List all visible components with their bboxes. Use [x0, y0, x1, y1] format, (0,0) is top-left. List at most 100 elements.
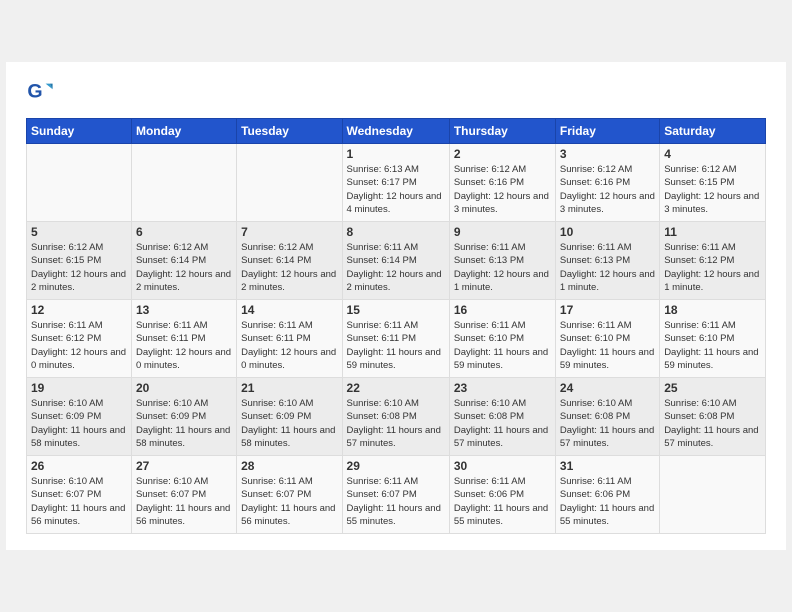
calendar-week-row: 5 Sunrise: 6:12 AM Sunset: 6:15 PM Daylig…	[27, 222, 766, 300]
calendar-day-cell	[27, 144, 132, 222]
day-number: 28	[241, 459, 337, 473]
calendar-day-cell: 4 Sunrise: 6:12 AM Sunset: 6:15 PM Daylig…	[660, 144, 766, 222]
calendar-day-cell: 26 Sunrise: 6:10 AM Sunset: 6:07 PM Dayli…	[27, 456, 132, 534]
day-info: Sunrise: 6:11 AM Sunset: 6:10 PM Dayligh…	[560, 319, 655, 372]
calendar-week-row: 19 Sunrise: 6:10 AM Sunset: 6:09 PM Dayli…	[27, 378, 766, 456]
day-info: Sunrise: 6:12 AM Sunset: 6:16 PM Dayligh…	[560, 163, 655, 216]
day-info: Sunrise: 6:10 AM Sunset: 6:08 PM Dayligh…	[560, 397, 655, 450]
weekday-header: Tuesday	[237, 119, 342, 144]
day-info: Sunrise: 6:10 AM Sunset: 6:07 PM Dayligh…	[31, 475, 127, 528]
calendar-day-cell: 30Sunrise: 6:11 AM Sunset: 6:06 PM Dayli…	[449, 456, 555, 534]
day-info: Sunrise: 6:12 AM Sunset: 6:14 PM Dayligh…	[136, 241, 232, 294]
day-info: Sunrise: 6:10 AM Sunset: 6:08 PM Dayligh…	[454, 397, 551, 450]
day-number: 22	[347, 381, 445, 395]
calendar-day-cell: 28 Sunrise: 6:11 AM Sunset: 6:07 PM Dayli…	[237, 456, 342, 534]
day-info: Sunrise: 6:11 AM Sunset: 6:06 PM Dayligh…	[560, 475, 655, 528]
calendar-day-cell: 7Sunrise: 6:12 AM Sunset: 6:14 PM Daylig…	[237, 222, 342, 300]
calendar-day-cell	[237, 144, 342, 222]
weekday-row: SundayMondayTuesdayWednesdayThursdayFrid…	[27, 119, 766, 144]
calendar-week-row: 12 Sunrise: 6:11 AM Sunset: 6:12 PM Dayli…	[27, 300, 766, 378]
day-info: Sunrise: 6:11 AM Sunset: 6:10 PM Dayligh…	[454, 319, 551, 372]
svg-text:G: G	[27, 81, 42, 103]
calendar-day-cell: 17 Sunrise: 6:11 AM Sunset: 6:10 PM Dayli…	[555, 300, 659, 378]
day-number: 27	[136, 459, 232, 473]
calendar-day-cell: 18 Sunrise: 6:11 AM Sunset: 6:10 PM Dayli…	[660, 300, 766, 378]
calendar-day-cell: 29 Sunrise: 6:11 AM Sunset: 6:07 PM Dayli…	[342, 456, 449, 534]
day-number: 21	[241, 381, 337, 395]
day-info: Sunrise: 6:11 AM Sunset: 6:07 PM Dayligh…	[347, 475, 445, 528]
day-info: Sunrise: 6:11 AM Sunset: 6:13 PM Dayligh…	[454, 241, 551, 294]
day-info: Sunrise: 6:11 AM Sunset: 6:12 PM Dayligh…	[664, 241, 761, 294]
day-info: Sunrise: 6:11 AM Sunset: 6:11 PM Dayligh…	[241, 319, 337, 372]
weekday-header: Monday	[131, 119, 236, 144]
day-number: 19	[31, 381, 127, 395]
day-info: Sunrise: 6:11 AM Sunset: 6:11 PM Dayligh…	[136, 319, 232, 372]
day-number: 26	[31, 459, 127, 473]
calendar-table: SundayMondayTuesdayWednesdayThursdayFrid…	[26, 118, 766, 534]
day-number: 29	[347, 459, 445, 473]
calendar-day-cell: 31 Sunrise: 6:11 AM Sunset: 6:06 PM Dayli…	[555, 456, 659, 534]
calendar-day-cell: 5 Sunrise: 6:12 AM Sunset: 6:15 PM Daylig…	[27, 222, 132, 300]
day-info: Sunrise: 6:12 AM Sunset: 6:15 PM Dayligh…	[664, 163, 761, 216]
day-number: 9	[454, 225, 551, 239]
calendar-day-cell: 21Sunrise: 6:10 AM Sunset: 6:09 PM Dayli…	[237, 378, 342, 456]
calendar-day-cell: 3 Sunrise: 6:12 AM Sunset: 6:16 PM Daylig…	[555, 144, 659, 222]
day-info: Sunrise: 6:12 AM Sunset: 6:16 PM Dayligh…	[454, 163, 551, 216]
day-number: 6	[136, 225, 232, 239]
weekday-header: Wednesday	[342, 119, 449, 144]
calendar-container: G SundayMondayTuesdayWednesdayThursdayFr…	[6, 62, 786, 550]
day-number: 20	[136, 381, 232, 395]
calendar-week-row: 1 Sunrise: 6:13 AM Sunset: 6:17 PM Daylig…	[27, 144, 766, 222]
calendar-day-cell: 2 Sunrise: 6:12 AM Sunset: 6:16 PM Daylig…	[449, 144, 555, 222]
calendar-day-cell: 10Sunrise: 6:11 AM Sunset: 6:13 PM Dayli…	[555, 222, 659, 300]
day-number: 3	[560, 147, 655, 161]
day-number: 2	[454, 147, 551, 161]
day-number: 16	[454, 303, 551, 317]
calendar-day-cell: 15 Sunrise: 6:11 AM Sunset: 6:11 PM Dayli…	[342, 300, 449, 378]
day-number: 31	[560, 459, 655, 473]
day-info: Sunrise: 6:11 AM Sunset: 6:12 PM Dayligh…	[31, 319, 127, 372]
day-number: 25	[664, 381, 761, 395]
calendar-day-cell	[660, 456, 766, 534]
calendar-day-cell: 9 Sunrise: 6:11 AM Sunset: 6:13 PM Daylig…	[449, 222, 555, 300]
day-info: Sunrise: 6:11 AM Sunset: 6:10 PM Dayligh…	[664, 319, 761, 372]
day-number: 18	[664, 303, 761, 317]
day-number: 10	[560, 225, 655, 239]
logo-icon: G	[26, 78, 54, 106]
day-info: Sunrise: 6:11 AM Sunset: 6:07 PM Dayligh…	[241, 475, 337, 528]
day-number: 11	[664, 225, 761, 239]
calendar-day-cell: 1 Sunrise: 6:13 AM Sunset: 6:17 PM Daylig…	[342, 144, 449, 222]
day-number: 15	[347, 303, 445, 317]
day-number: 5	[31, 225, 127, 239]
calendar-day-cell: 25Sunrise: 6:10 AM Sunset: 6:08 PM Dayli…	[660, 378, 766, 456]
day-number: 1	[347, 147, 445, 161]
day-number: 23	[454, 381, 551, 395]
day-info: Sunrise: 6:12 AM Sunset: 6:15 PM Dayligh…	[31, 241, 127, 294]
day-info: Sunrise: 6:11 AM Sunset: 6:11 PM Dayligh…	[347, 319, 445, 372]
weekday-header: Saturday	[660, 119, 766, 144]
calendar-day-cell: 27Sunrise: 6:10 AM Sunset: 6:07 PM Dayli…	[131, 456, 236, 534]
day-number: 8	[347, 225, 445, 239]
weekday-header: Sunday	[27, 119, 132, 144]
day-info: Sunrise: 6:13 AM Sunset: 6:17 PM Dayligh…	[347, 163, 445, 216]
calendar-day-cell: 20 Sunrise: 6:10 AM Sunset: 6:09 PM Dayli…	[131, 378, 236, 456]
day-number: 24	[560, 381, 655, 395]
day-number: 4	[664, 147, 761, 161]
calendar-day-cell: 12 Sunrise: 6:11 AM Sunset: 6:12 PM Dayli…	[27, 300, 132, 378]
calendar-day-cell	[131, 144, 236, 222]
calendar-body: 1 Sunrise: 6:13 AM Sunset: 6:17 PM Daylig…	[27, 144, 766, 534]
weekday-header: Friday	[555, 119, 659, 144]
day-info: Sunrise: 6:10 AM Sunset: 6:09 PM Dayligh…	[136, 397, 232, 450]
calendar-day-cell: 6 Sunrise: 6:12 AM Sunset: 6:14 PM Daylig…	[131, 222, 236, 300]
day-number: 12	[31, 303, 127, 317]
weekday-header: Thursday	[449, 119, 555, 144]
calendar-day-cell: 22 Sunrise: 6:10 AM Sunset: 6:08 PM Dayli…	[342, 378, 449, 456]
logo: G	[26, 78, 58, 106]
day-info: Sunrise: 6:11 AM Sunset: 6:14 PM Dayligh…	[347, 241, 445, 294]
day-number: 17	[560, 303, 655, 317]
day-info: Sunrise: 6:11 AM Sunset: 6:06 PM Dayligh…	[454, 475, 551, 528]
day-info: Sunrise: 6:12 AM Sunset: 6:14 PM Dayligh…	[241, 241, 337, 294]
day-info: Sunrise: 6:10 AM Sunset: 6:08 PM Dayligh…	[347, 397, 445, 450]
calendar-day-cell: 16 Sunrise: 6:11 AM Sunset: 6:10 PM Dayli…	[449, 300, 555, 378]
day-number: 14	[241, 303, 337, 317]
